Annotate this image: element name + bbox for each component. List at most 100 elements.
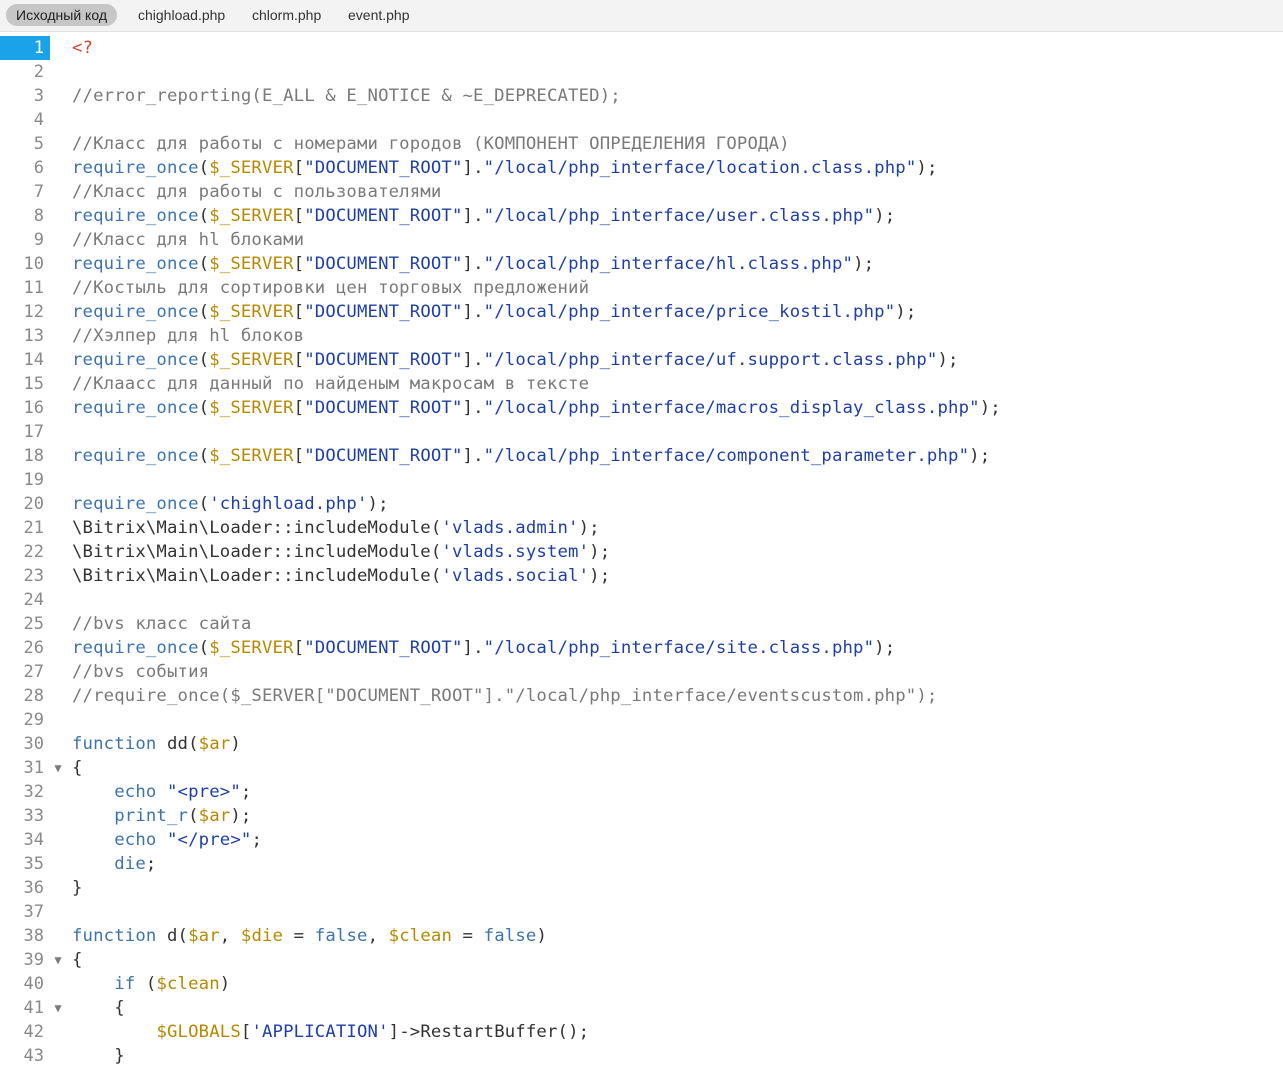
- code-line[interactable]: 25 //bvs класс сайта: [0, 612, 1283, 636]
- code-token-comment: //bvs события: [72, 662, 210, 682]
- line-number: 23: [23, 566, 44, 586]
- code-line[interactable]: 38 function d($ar, $die = false, $clean =…: [0, 924, 1283, 948]
- code-token-string: "/local/php_interface/user.class.php": [483, 206, 875, 226]
- code-token-plain: [: [293, 446, 305, 466]
- code-line[interactable]: 5 //Класс для работы с номерами городов (…: [0, 132, 1283, 156]
- code-token-variable: $clean: [388, 926, 452, 946]
- code-token-variable: $_SERVER: [209, 302, 294, 322]
- code-token-plain: [: [293, 638, 305, 658]
- code-line[interactable]: 26 require_once($_SERVER["DOCUMENT_ROOT"]…: [0, 636, 1283, 660]
- code-editor[interactable]: 1 <? 2 3//error_reporting(E_ALL & E_NOTICE …: [0, 36, 1283, 1075]
- code-line[interactable]: 16 require_once($_SERVER["DOCUMENT_ROOT"]…: [0, 396, 1283, 420]
- code-line[interactable]: 18 require_once($_SERVER["DOCUMENT_ROOT"]…: [0, 444, 1283, 468]
- code-line[interactable]: 14 require_once($_SERVER["DOCUMENT_ROOT"]…: [0, 348, 1283, 372]
- code-line[interactable]: 39 ▼ {: [0, 948, 1283, 972]
- code-token-string: "DOCUMENT_ROOT": [304, 446, 463, 466]
- code-token-string: "DOCUMENT_ROOT": [304, 254, 463, 274]
- line-number: 43: [23, 1046, 44, 1066]
- line-number: 21: [23, 518, 44, 538]
- code-text: require_once($_SERVER["DOCUMENT_ROOT"]."…: [72, 204, 895, 228]
- code-line[interactable]: 21 \Bitrix\Main\Loader::includeModule('vl…: [0, 516, 1283, 540]
- line-number: 11: [23, 278, 44, 298]
- tab-source-code[interactable]: Исходный код: [6, 4, 117, 26]
- code-token-comment: //require_once($_SERVER["DOCUMENT_ROOT"]…: [72, 686, 938, 706]
- code-token-plain: ].: [462, 302, 484, 322]
- code-token-string: "DOCUMENT_ROOT": [304, 638, 463, 658]
- code-line[interactable]: 32 echo "<pre>";: [0, 780, 1283, 804]
- line-number: 17: [23, 422, 44, 442]
- code-token-string: "/local/php_interface/location.class.php…: [483, 158, 917, 178]
- code-token-plain: ;: [240, 782, 252, 802]
- code-text: require_once($_SERVER["DOCUMENT_ROOT"]."…: [72, 348, 959, 372]
- code-token-variable: $_SERVER: [209, 350, 294, 370]
- code-line[interactable]: 8 require_once($_SERVER["DOCUMENT_ROOT"].…: [0, 204, 1283, 228]
- code-token-comment: //Класс для работы с пользователями: [72, 182, 442, 202]
- code-token-plain: );: [230, 806, 252, 826]
- code-line[interactable]: 42 $GLOBALS['APPLICATION']->RestartBuffe…: [0, 1020, 1283, 1044]
- code-line[interactable]: 17: [0, 420, 1283, 444]
- code-line[interactable]: 27 //bvs события: [0, 660, 1283, 684]
- code-line[interactable]: 43 }: [0, 1044, 1283, 1068]
- code-token-plain: ,: [367, 926, 389, 946]
- line-number: 12: [23, 302, 44, 322]
- code-line[interactable]: 34 echo "</pre>";: [0, 828, 1283, 852]
- code-line[interactable]: 30 function dd($ar): [0, 732, 1283, 756]
- code-text: //error_reporting(E_ALL & E_NOTICE & ~E_…: [72, 84, 621, 108]
- code-line[interactable]: 22 \Bitrix\Main\Loader::includeModule('vl…: [0, 540, 1283, 564]
- tab-chlorm-php[interactable]: chlorm.php: [252, 4, 321, 26]
- code-token-string: "DOCUMENT_ROOT": [304, 206, 463, 226]
- code-line[interactable]: 10 require_once($_SERVER["DOCUMENT_ROOT"]…: [0, 252, 1283, 276]
- line-number: 24: [23, 590, 44, 610]
- code-line[interactable]: 40 if ($clean): [0, 972, 1283, 996]
- code-token-string: "DOCUMENT_ROOT": [304, 398, 463, 418]
- code-line[interactable]: 33 print_r($ar);: [0, 804, 1283, 828]
- line-number: 35: [23, 854, 44, 874]
- code-line[interactable]: 41 ▼ {: [0, 996, 1283, 1020]
- code-line[interactable]: 31 ▼ {: [0, 756, 1283, 780]
- code-line[interactable]: 11 //Костыль для сортировки цен торговых …: [0, 276, 1283, 300]
- code-line[interactable]: 2: [0, 60, 1283, 84]
- code-line[interactable]: 3 //error_reporting(E_ALL & E_NOTICE & ~E…: [0, 84, 1283, 108]
- code-token-plain: ;: [251, 830, 262, 850]
- code-line[interactable]: 24: [0, 588, 1283, 612]
- code-token-plain: =: [283, 926, 315, 946]
- code-line[interactable]: 4: [0, 108, 1283, 132]
- code-token-plain: \Bitrix\Main\Loader::includeModule(: [72, 542, 442, 562]
- code-line[interactable]: 37: [0, 900, 1283, 924]
- fold-arrow-icon[interactable]: ▼: [51, 756, 65, 780]
- code-token-plain: ): [219, 974, 231, 994]
- code-token-variable: $_SERVER: [209, 206, 294, 226]
- code-line[interactable]: 13 //Хэлпер для hl блоков: [0, 324, 1283, 348]
- code-line[interactable]: 9 //Класс для hl блоками: [0, 228, 1283, 252]
- code-line[interactable]: 12 require_once($_SERVER["DOCUMENT_ROOT"]…: [0, 300, 1283, 324]
- code-line[interactable]: 1 <?: [0, 36, 1283, 60]
- fold-arrow-icon[interactable]: ▼: [51, 948, 65, 972]
- code-token-variable: $_SERVER: [209, 398, 294, 418]
- line-number: 31: [23, 758, 44, 778]
- code-line[interactable]: 15 //Клаасс для данный по найденым макрос…: [0, 372, 1283, 396]
- code-line[interactable]: 6 require_once($_SERVER["DOCUMENT_ROOT"].…: [0, 156, 1283, 180]
- tab-event-php[interactable]: event.php: [348, 4, 410, 26]
- code-token-keyword: require_once: [72, 494, 199, 514]
- code-line[interactable]: 36}: [0, 876, 1283, 900]
- line-number: 28: [23, 686, 44, 706]
- code-line[interactable]: 20 require_once('chighload.php');: [0, 492, 1283, 516]
- code-line[interactable]: 28 //require_once($_SERVER["DOCUMENT_ROOT…: [0, 684, 1283, 708]
- code-line[interactable]: 23 \Bitrix\Main\Loader::includeModule('vl…: [0, 564, 1283, 588]
- code-token-keyword: require_once: [72, 206, 199, 226]
- code-token-plain: ]->RestartBuffer();: [388, 1022, 590, 1042]
- code-line[interactable]: 29: [0, 708, 1283, 732]
- code-line[interactable]: 7 //Класс для работы с пользователями: [0, 180, 1283, 204]
- tab-chighload-php[interactable]: chighload.php: [138, 4, 225, 26]
- code-line[interactable]: 19: [0, 468, 1283, 492]
- code-text: <?: [72, 36, 93, 60]
- code-token-plain: );: [895, 302, 917, 322]
- code-token-plain: [: [293, 254, 305, 274]
- fold-arrow-icon[interactable]: ▼: [51, 996, 65, 1020]
- line-number: 29: [23, 710, 44, 730]
- code-line[interactable]: 35 die;: [0, 852, 1283, 876]
- line-number: 33: [23, 806, 44, 826]
